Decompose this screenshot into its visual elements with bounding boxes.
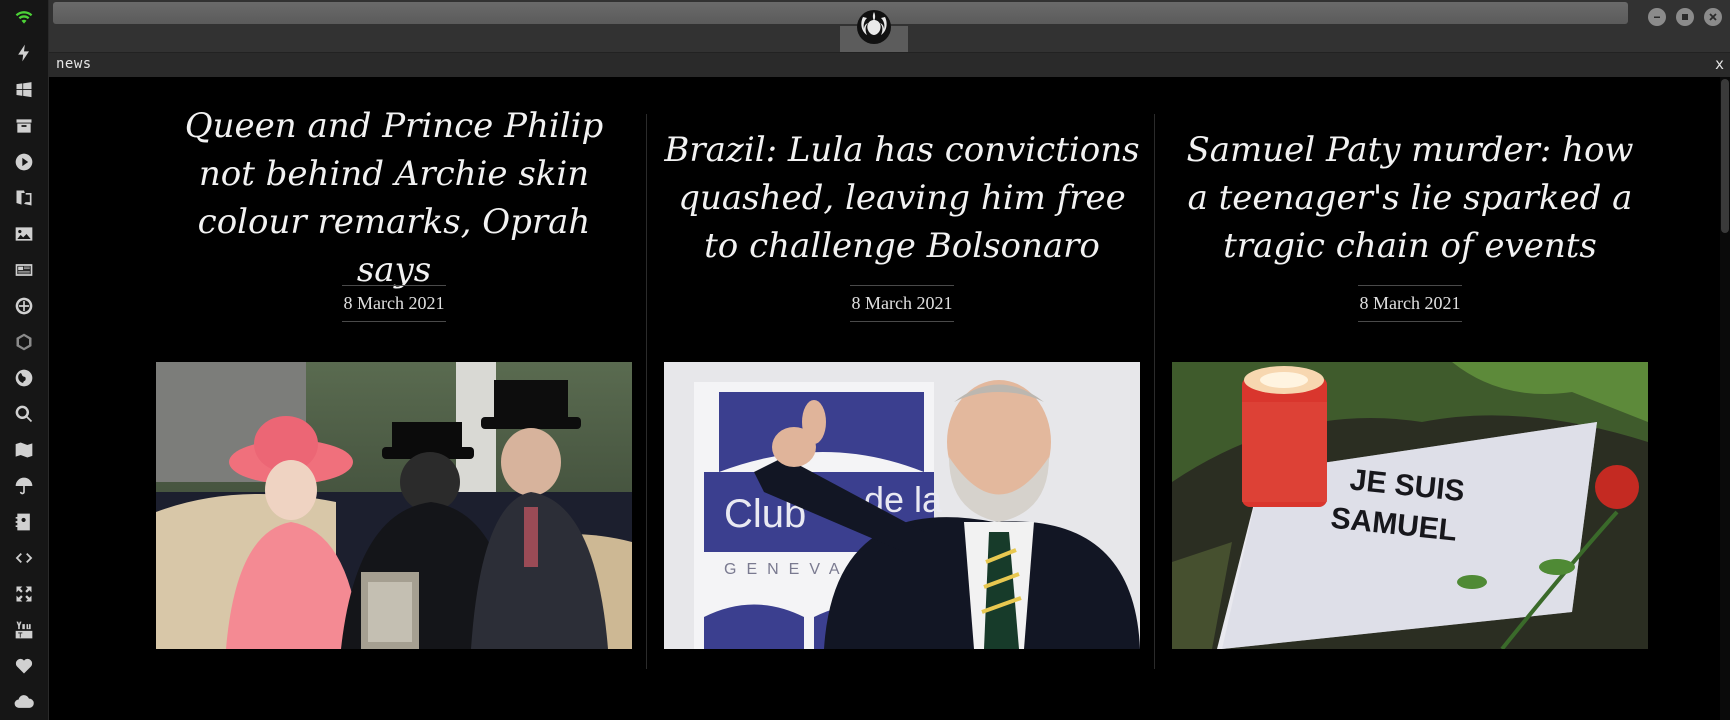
- tab-title[interactable]: news: [56, 56, 92, 72]
- article-image[interactable]: [156, 362, 632, 649]
- minimize-button[interactable]: [1648, 8, 1666, 26]
- left-dock: [0, 0, 49, 720]
- search-icon[interactable]: [12, 402, 36, 426]
- article-date: 8 March 2021: [850, 285, 954, 322]
- hexagon-icon[interactable]: [12, 330, 36, 354]
- memorial-candle-photo: JE SUIS SAMUEL: [1172, 362, 1648, 649]
- cloud-icon[interactable]: [12, 690, 36, 714]
- play-icon[interactable]: [12, 150, 36, 174]
- article-card[interactable]: Queen and Prince Philip not behind Archi…: [156, 106, 632, 649]
- tab-close-button[interactable]: x: [1715, 55, 1724, 73]
- umbrella-icon[interactable]: [12, 474, 36, 498]
- archive-icon[interactable]: [12, 114, 36, 138]
- tab-strip: news x: [49, 53, 1730, 77]
- article-date: 8 March 2021: [1358, 285, 1462, 322]
- youtube-icon[interactable]: [12, 618, 36, 642]
- close-icon: [1709, 13, 1717, 21]
- news-content: Queen and Prince Philip not behind Archi…: [49, 77, 1720, 720]
- translate-icon[interactable]: [12, 186, 36, 210]
- article-headline[interactable]: Brazil: Lula has convictions quashed, le…: [664, 123, 1140, 273]
- map-icon[interactable]: [12, 438, 36, 462]
- windows-icon[interactable]: [12, 78, 36, 102]
- expand-icon[interactable]: [12, 582, 36, 606]
- royal-carriage-photo: [156, 362, 632, 649]
- article-image[interactable]: Club de la GENEVA: [664, 362, 1140, 649]
- column-divider: [1154, 114, 1155, 669]
- sign-text-3: GENEVA: [724, 561, 850, 578]
- image-icon[interactable]: [12, 222, 36, 246]
- heart-icon[interactable]: [12, 654, 36, 678]
- column-divider: [646, 114, 647, 669]
- rebel-alliance-logo-icon[interactable]: [854, 6, 894, 46]
- article-image[interactable]: JE SUIS SAMUEL: [1172, 362, 1648, 649]
- maximize-icon: [1682, 14, 1688, 20]
- article-date: 8 March 2021: [342, 285, 446, 322]
- address-bar[interactable]: [53, 2, 1628, 24]
- article-card[interactable]: Brazil: Lula has convictions quashed, le…: [664, 123, 1140, 649]
- code-icon[interactable]: [12, 546, 36, 570]
- wifi-icon[interactable]: [12, 5, 36, 29]
- scrollbar-thumb[interactable]: [1721, 79, 1729, 233]
- politician-thumbs-up-photo: Club de la GENEVA: [664, 362, 1140, 649]
- contact-card-icon[interactable]: [12, 510, 36, 534]
- minimize-icon: [1654, 16, 1660, 18]
- lightning-icon[interactable]: [12, 41, 36, 65]
- article-card[interactable]: Samuel Paty murder: how a teenager's lie…: [1172, 123, 1648, 649]
- top-bar: [49, 0, 1730, 53]
- article-headline[interactable]: Queen and Prince Philip not behind Archi…: [156, 106, 632, 290]
- close-window-button[interactable]: [1704, 8, 1722, 26]
- newspaper-icon[interactable]: [12, 258, 36, 282]
- article-headline[interactable]: Samuel Paty murder: how a teenager's lie…: [1172, 123, 1648, 273]
- globe-icon[interactable]: [12, 366, 36, 390]
- maximize-button[interactable]: [1676, 8, 1694, 26]
- settings-wheel-icon[interactable]: [12, 294, 36, 318]
